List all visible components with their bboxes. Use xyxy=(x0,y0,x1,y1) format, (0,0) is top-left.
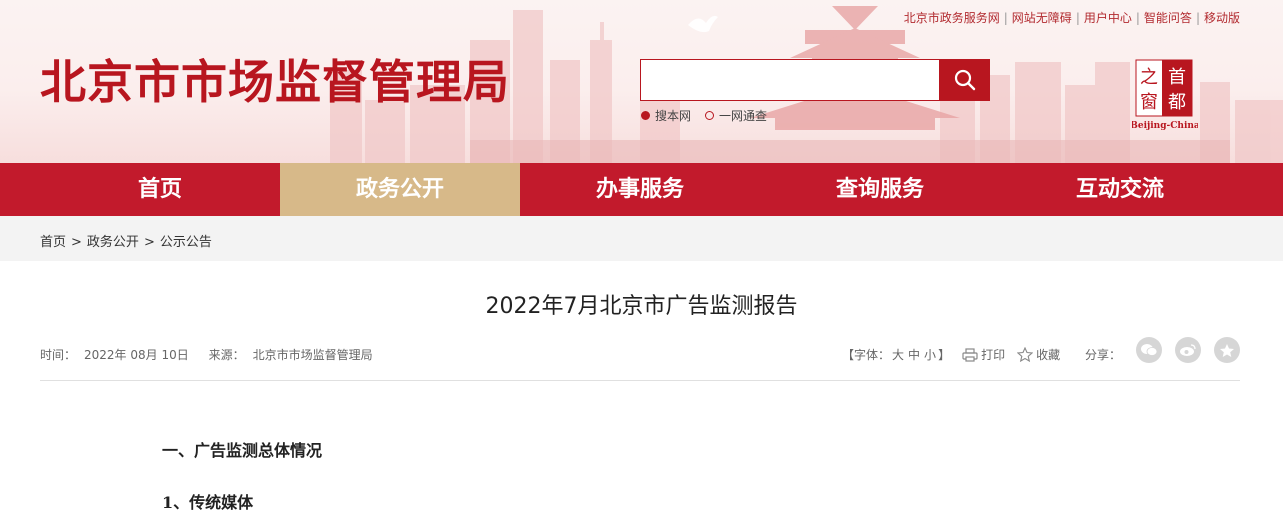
search-option-site[interactable]: 搜本网 xyxy=(641,107,691,124)
link-gov-service[interactable]: 北京市政务服务网 xyxy=(904,11,1000,25)
section-heading-2: 1、传统媒体 xyxy=(162,493,254,512)
star-outline-icon xyxy=(1017,347,1034,362)
breadcrumb: 首页 > 政务公开 > 公示公告 xyxy=(40,231,212,250)
font-size-medium[interactable]: 中 xyxy=(908,348,920,362)
link-mobile[interactable]: 移动版 xyxy=(1204,11,1240,25)
source-value: 北京市市场监督管理局 xyxy=(252,348,373,362)
breadcrumb-notices[interactable]: 公示公告 xyxy=(160,235,212,250)
time-value: 2022年 08月 10日 xyxy=(84,348,189,362)
search-option-all-label: 一网通查 xyxy=(719,109,768,123)
capital-window-logo[interactable]: 首 都 之 窗 Beijing-China xyxy=(1130,58,1200,132)
breadcrumb-gov-affairs[interactable]: 政务公开 xyxy=(87,235,139,250)
main-nav: 首页 政务公开 办事服务 查询服务 互动交流 xyxy=(0,163,1283,216)
nav-home[interactable]: 首页 xyxy=(40,163,280,216)
font-size-suffix: 】 xyxy=(938,348,951,362)
breadcrumb-home[interactable]: 首页 xyxy=(40,235,66,250)
logo-char-2: 都 xyxy=(1168,92,1186,113)
breadcrumb-bar: 首页 > 政务公开 > 公示公告 xyxy=(0,216,1283,261)
logo-caption: Beijing-China xyxy=(1132,121,1198,131)
weibo-icon xyxy=(1180,344,1196,356)
font-size-switcher: 【字体：大中小】 xyxy=(842,346,950,363)
print-button[interactable]: 打印 xyxy=(962,346,1005,363)
breadcrumb-separator: > xyxy=(71,235,82,250)
search-option-site-label: 搜本网 xyxy=(655,109,692,123)
share-label: 分享： xyxy=(1085,348,1122,362)
search-option-all[interactable]: 一网通查 xyxy=(705,107,767,124)
article-tools: 【字体：大中小】 打印 收藏 xyxy=(842,346,1060,363)
article-meta: 时间： 2022年 08月 10日 来源： 北京市市场监督管理局 xyxy=(40,346,389,363)
favorite-label: 收藏 xyxy=(1036,348,1061,362)
separator: | xyxy=(1003,11,1008,25)
link-accessibility[interactable]: 网站无障碍 xyxy=(1012,11,1072,25)
logo-char-3: 之 xyxy=(1140,67,1158,88)
time-label: 时间： xyxy=(40,348,77,362)
top-links: 北京市政务服务网 | 网站无障碍 | 用户中心 | 智能问答 | 移动版 xyxy=(904,9,1240,26)
source-label: 来源： xyxy=(208,348,245,362)
logo-char-4: 窗 xyxy=(1140,92,1158,113)
nav-query[interactable]: 查询服务 xyxy=(760,163,1000,216)
section-heading-1: 一、广告监测总体情况 xyxy=(162,441,323,460)
wechat-icon xyxy=(1141,344,1158,356)
nav-gov-affairs[interactable]: 政务公开 xyxy=(280,163,520,216)
search-button[interactable] xyxy=(940,59,990,101)
breadcrumb-separator: > xyxy=(143,235,155,250)
search-icon xyxy=(954,69,976,91)
logo-char-1: 首 xyxy=(1168,67,1186,88)
divider xyxy=(40,380,1240,381)
header-banner: 北京市市场监督管理局 北京市政务服务网 | 网站无障碍 | 用户中心 | 智能问答 | 移动版 … xyxy=(0,0,1283,163)
font-size-large[interactable]: 大 xyxy=(892,348,904,362)
nav-services[interactable]: 办事服务 xyxy=(520,163,760,216)
search-options: 搜本网 一网通查 xyxy=(641,107,767,124)
time-info: 时间： 2022年 08月 10日 xyxy=(40,348,197,362)
search-box xyxy=(640,59,940,101)
link-user-center[interactable]: 用户中心 xyxy=(1084,11,1132,25)
capital-logo-graphic: 首 都 之 窗 Beijing-China xyxy=(1130,59,1200,131)
separator: | xyxy=(1195,11,1200,25)
article-title: 2022年7月北京市广告监测报告 xyxy=(485,294,798,319)
print-label: 打印 xyxy=(981,348,1006,362)
search-input[interactable] xyxy=(641,60,939,100)
favorite-button[interactable]: 收藏 xyxy=(1017,346,1060,363)
radio-selected-icon xyxy=(641,111,650,120)
share-weibo-button[interactable] xyxy=(1175,337,1201,363)
separator: | xyxy=(1075,11,1080,25)
site-title: 北京市市场监督管理局 xyxy=(40,55,510,109)
printer-icon xyxy=(962,347,978,362)
font-size-small[interactable]: 小 xyxy=(924,348,936,362)
share-favorite-button[interactable] xyxy=(1214,337,1240,363)
share-wechat-button[interactable] xyxy=(1136,337,1162,363)
nav-interaction[interactable]: 互动交流 xyxy=(1000,163,1240,216)
source-info: 来源： 北京市市场监督管理局 xyxy=(209,348,381,362)
separator: | xyxy=(1135,11,1140,25)
radio-unselected-icon xyxy=(705,111,715,120)
link-smart-qa[interactable]: 智能问答 xyxy=(1144,11,1192,25)
font-size-prefix: 【字体： xyxy=(842,348,891,362)
star-icon xyxy=(1220,343,1234,357)
